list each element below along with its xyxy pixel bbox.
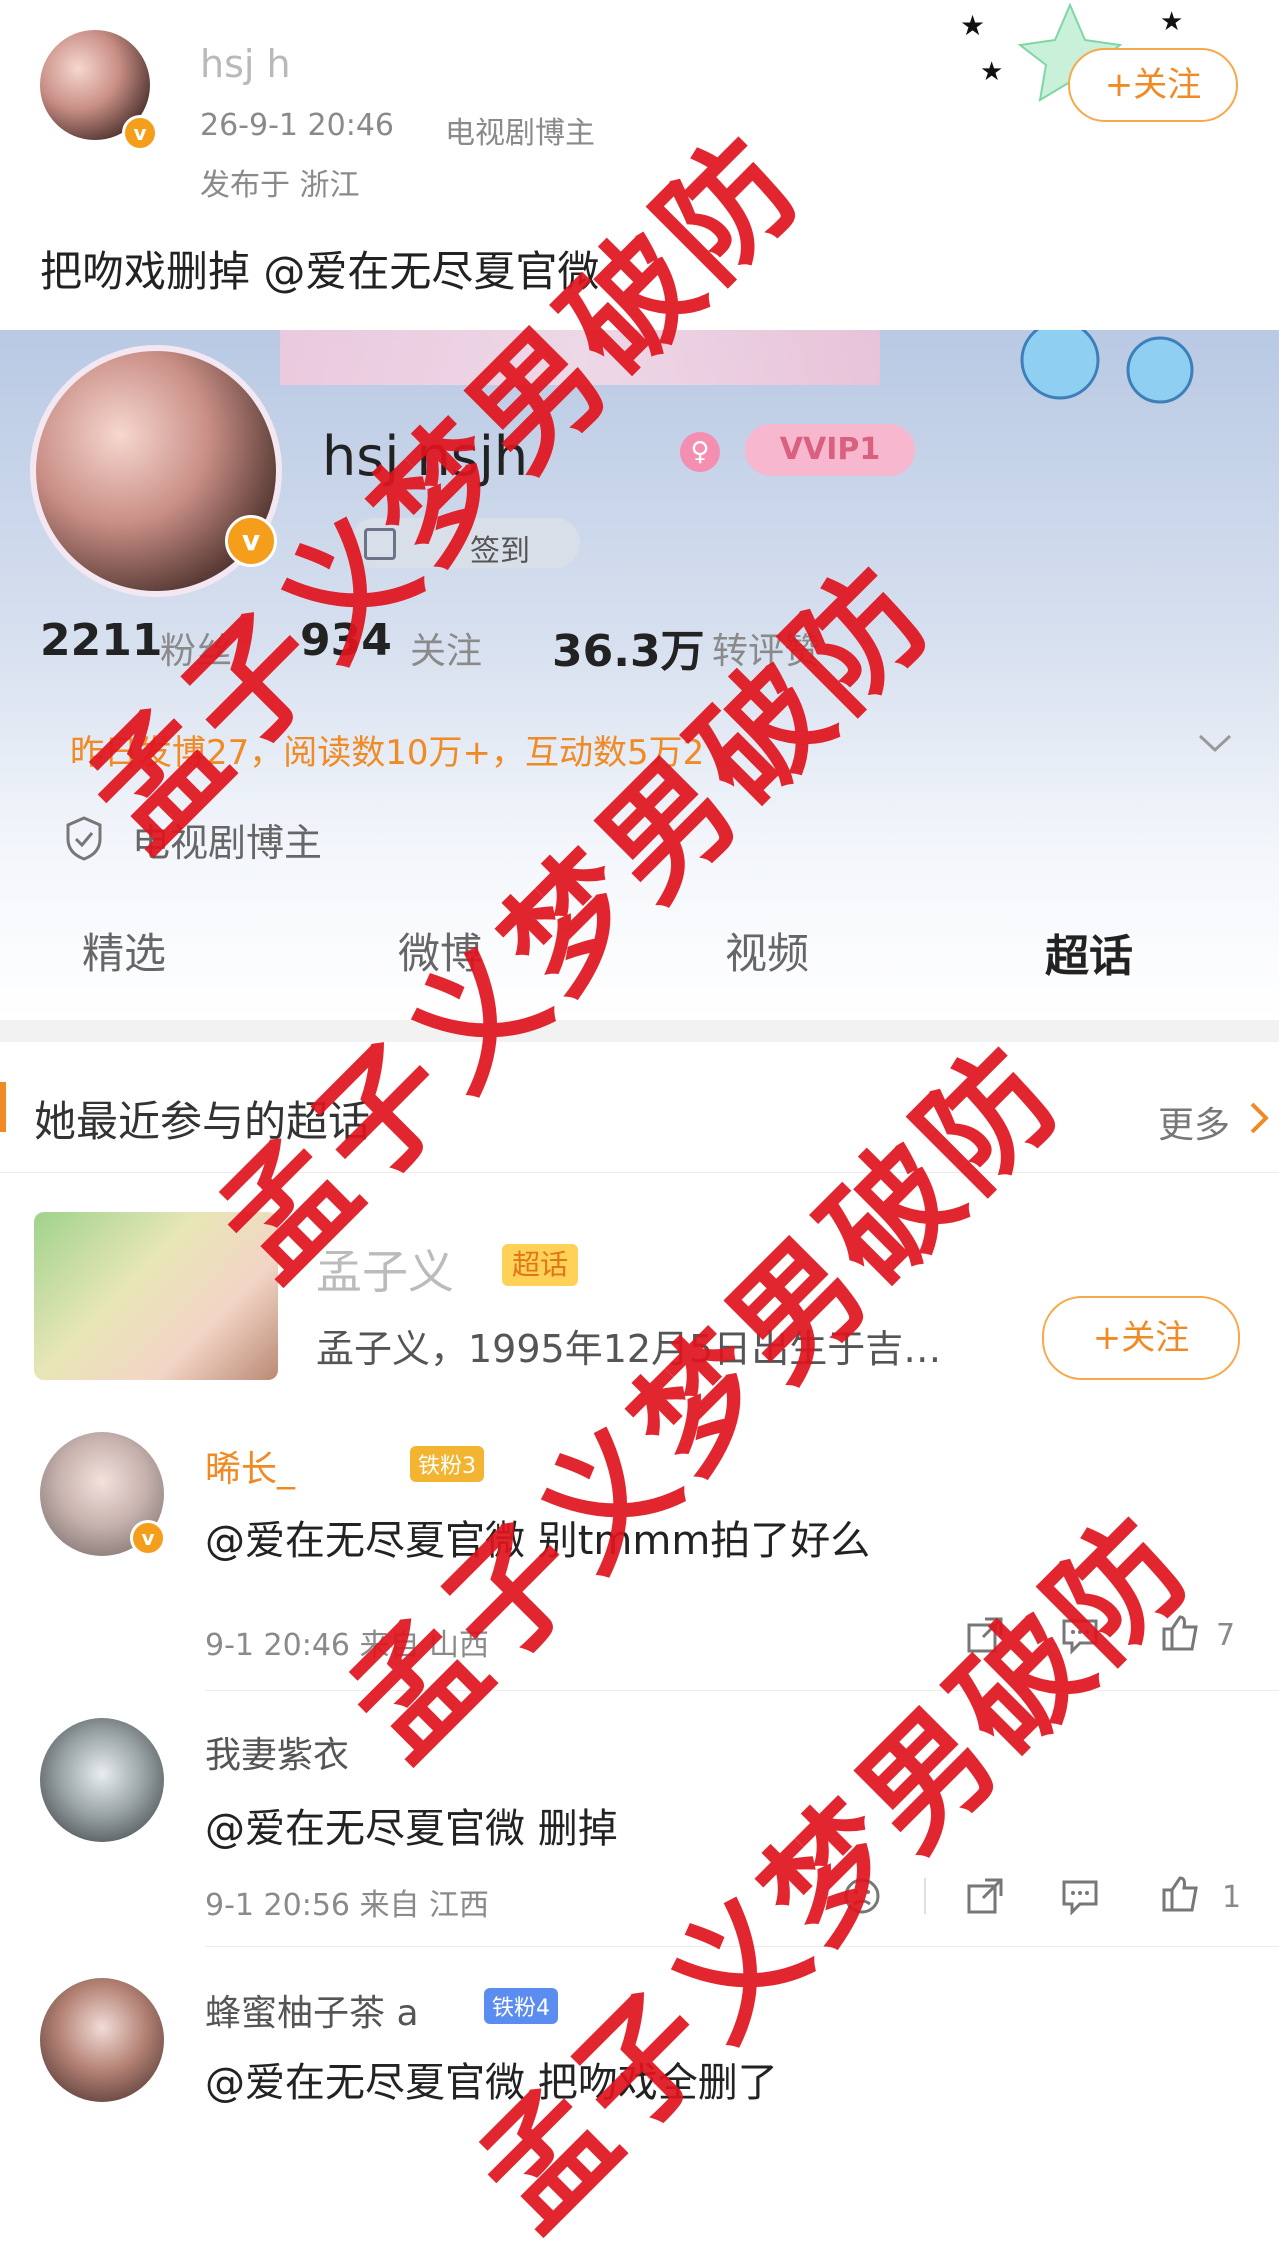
post-follow-button[interactable]: +关注 xyxy=(1068,48,1238,122)
supertopic-badge: 超话 xyxy=(502,1244,578,1286)
like-icon[interactable] xyxy=(1160,1874,1200,1914)
section-separator xyxy=(0,1020,1279,1042)
like-count: 7 xyxy=(1216,1618,1236,1653)
post-location: 发布于 浙江 xyxy=(200,168,360,203)
tab-featured[interactable]: 精选 xyxy=(82,920,166,981)
svg-text:★: ★ xyxy=(960,9,985,42)
verified-icon: v xyxy=(122,115,158,151)
like-count: 1 xyxy=(1222,1880,1242,1915)
post-time: 26-9-1 20:46 xyxy=(200,108,394,143)
svg-text:★: ★ xyxy=(980,57,1003,87)
comment-user[interactable]: 蜂蜜柚子茶 a xyxy=(205,1984,419,2036)
post-author-tag: 电视剧博主 xyxy=(445,116,595,151)
comment-meta: 9-1 20:56 来自 江西 xyxy=(205,1888,490,1923)
post-author-name[interactable]: hsj h xyxy=(200,42,291,86)
gender-female-icon: ♀ xyxy=(680,432,720,472)
comment-icon[interactable] xyxy=(1060,1876,1100,1916)
share-icon[interactable] xyxy=(965,1876,1005,1916)
section-accent-bar xyxy=(0,1082,6,1132)
supertopic-more-link[interactable]: 更多 xyxy=(1158,1096,1230,1148)
supertopic-follow-button[interactable]: +关注 xyxy=(1042,1296,1240,1380)
svg-text:★: ★ xyxy=(1160,7,1183,37)
more-chevron-icon[interactable] xyxy=(1248,1100,1272,1136)
fan-badge: 铁粉3 xyxy=(410,1446,484,1482)
verified-icon: v xyxy=(130,1520,166,1556)
comment-avatar[interactable] xyxy=(40,1978,164,2102)
comment-text: @爱在无尽夏官微 删掉 xyxy=(205,1806,618,1852)
expand-chevron-icon[interactable] xyxy=(1195,728,1235,758)
vip-badge: VVIP1 xyxy=(745,424,915,476)
comment-avatar[interactable] xyxy=(40,1718,164,1842)
tab-supertopic[interactable]: 超话 xyxy=(1045,920,1133,984)
shield-icon xyxy=(64,815,104,861)
comment-user[interactable]: 晞长_ xyxy=(205,1440,295,1492)
button-sticker-icon xyxy=(1010,320,1210,410)
comment-user[interactable]: 我妻紫衣 xyxy=(205,1726,349,1778)
tab-video[interactable]: 视频 xyxy=(725,920,809,981)
